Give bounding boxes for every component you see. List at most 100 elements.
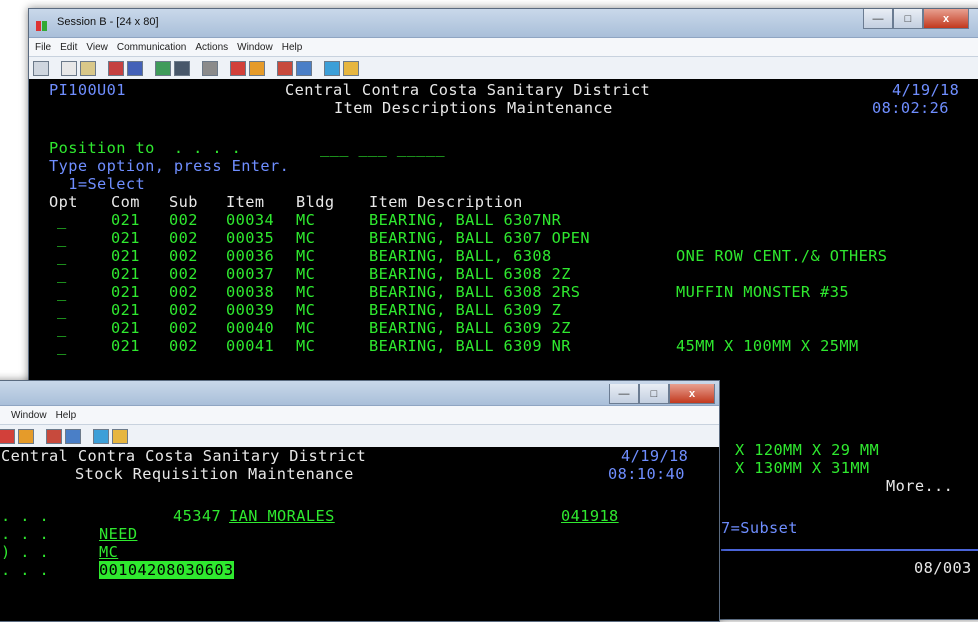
- color-palette-icon[interactable]: [93, 428, 109, 444]
- image-icon[interactable]: [202, 60, 218, 76]
- bldg-cell: MC: [296, 319, 316, 337]
- com-cell: 021: [111, 319, 140, 337]
- screen-date: 4/19/18: [621, 447, 689, 465]
- menu-window[interactable]: Window: [237, 42, 273, 53]
- com-cell: 021: [111, 265, 140, 283]
- subset-option: 7=Subset: [721, 519, 798, 537]
- stop-macro-icon[interactable]: [249, 60, 265, 76]
- display-icon[interactable]: [155, 60, 171, 76]
- opt-field[interactable]: _: [57, 283, 67, 301]
- session-icon: [36, 16, 52, 31]
- menu-view[interactable]: View: [86, 42, 108, 53]
- cursor-position: 08/003: [914, 559, 972, 577]
- item-cell: 00038: [226, 283, 275, 301]
- sub-cell: 002: [169, 283, 198, 301]
- bldg-cell: MC: [296, 229, 316, 247]
- play-macro-icon[interactable]: [46, 428, 62, 444]
- program-id: PI100U01: [49, 81, 126, 99]
- opt-field[interactable]: _: [57, 337, 67, 355]
- opt-field[interactable]: _: [57, 301, 67, 319]
- requisition-date-field[interactable]: 041918: [561, 507, 633, 525]
- description-cell: BEARING, BALL 6309 NR: [369, 337, 571, 355]
- company-name: Central Contra Costa Sanitary District: [1, 447, 367, 465]
- bldg-cell: MC: [296, 283, 316, 301]
- close-button[interactable]: x: [923, 9, 969, 29]
- description-cell: BEARING, BALL 6307 OPEN: [369, 229, 591, 247]
- menu-help[interactable]: Help: [56, 410, 77, 421]
- item-cell: 00034: [226, 211, 275, 229]
- description-cell: BEARING, BALL 6308 2RS: [369, 283, 581, 301]
- maximize-button[interactable]: □: [639, 384, 669, 404]
- sub-cell: 002: [169, 265, 198, 283]
- bldg-cell: MC: [296, 247, 316, 265]
- toolbar: [29, 57, 978, 80]
- note-cell: 45MM X 100MM X 25MM: [676, 337, 859, 355]
- maximize-button[interactable]: □: [893, 9, 923, 29]
- stock-requisition-window[interactable]: — □ x Window Help Central Contra Costa S…: [0, 380, 720, 622]
- copy-icon[interactable]: [61, 60, 77, 76]
- macro-list-icon[interactable]: [65, 428, 81, 444]
- menu-communication[interactable]: Communication: [117, 42, 186, 53]
- screen-subtitle: Item Descriptions Maintenance: [334, 99, 613, 117]
- requester-field[interactable]: IAN MORALES: [229, 507, 529, 525]
- edit-icon[interactable]: [112, 428, 128, 444]
- record-macro-icon[interactable]: [0, 428, 15, 444]
- window-title: Session B - [24 x 80]: [57, 16, 159, 28]
- opt-field[interactable]: _: [57, 229, 67, 247]
- leader-dots-1: . . .: [1, 507, 50, 525]
- description-cell: BEARING, BALL 6308 2Z: [369, 265, 571, 283]
- keyboard-icon[interactable]: [174, 60, 190, 76]
- print-screen-icon[interactable]: [33, 60, 49, 76]
- terminal-screen-b[interactable]: Central Contra Costa Sanitary District 4…: [0, 447, 719, 621]
- menu-help[interactable]: Help: [282, 42, 303, 53]
- status-divider: [721, 549, 978, 551]
- menu-bar: Window Help: [0, 406, 719, 425]
- com-cell: 021: [111, 337, 140, 355]
- record-macro-icon[interactable]: [230, 60, 246, 76]
- minimize-button[interactable]: —: [609, 384, 639, 404]
- need-field[interactable]: NEED: [99, 525, 703, 543]
- stop-macro-icon[interactable]: [18, 428, 34, 444]
- partial-note-1: X 120MM X 29 MM: [735, 441, 880, 459]
- position-to-label: Position to . . . .: [49, 139, 242, 157]
- header-item: Item: [226, 193, 265, 211]
- minimize-button[interactable]: —: [863, 9, 893, 29]
- menu-window[interactable]: Window: [11, 410, 47, 421]
- menu-edit[interactable]: Edit: [60, 42, 77, 53]
- color-palette-icon[interactable]: [324, 60, 340, 76]
- com-cell: 021: [111, 283, 140, 301]
- menu-actions[interactable]: Actions: [195, 42, 228, 53]
- menu-file[interactable]: File: [35, 42, 51, 53]
- menu-bar: File Edit View Communication Actions Win…: [29, 38, 978, 57]
- edit-icon[interactable]: [343, 60, 359, 76]
- opt-field[interactable]: _: [57, 211, 67, 229]
- screen-date: 4/19/18: [892, 81, 960, 99]
- instruction-text: Type option, press Enter.: [49, 157, 290, 175]
- close-button[interactable]: x: [669, 384, 715, 404]
- opt-field[interactable]: _: [57, 265, 67, 283]
- macro-list-icon[interactable]: [296, 60, 312, 76]
- toolbar: [0, 425, 719, 448]
- note-cell: ONE ROW CENT./& OTHERS: [676, 247, 888, 265]
- opt-field[interactable]: _: [57, 319, 67, 337]
- receive-icon[interactable]: [127, 60, 143, 76]
- paste-icon[interactable]: [80, 60, 96, 76]
- play-macro-icon[interactable]: [277, 60, 293, 76]
- opt-field[interactable]: _: [57, 247, 67, 265]
- leader-dots-4: . . .: [1, 561, 50, 579]
- bldg-cell: MC: [296, 265, 316, 283]
- title-bar[interactable]: Session B - [24 x 80] — □ x: [29, 9, 978, 38]
- account-number-field[interactable]: 00104208030603: [99, 561, 234, 579]
- com-cell: 021: [111, 211, 140, 229]
- building-field[interactable]: MC: [99, 543, 703, 561]
- item-cell: 00036: [226, 247, 275, 265]
- send-icon[interactable]: [108, 60, 124, 76]
- description-cell: BEARING, BALL 6309 2Z: [369, 319, 571, 337]
- leader-dots-3: ) . .: [1, 543, 50, 561]
- screen-time: 08:10:40: [608, 465, 685, 483]
- option-legend: 1=Select: [49, 175, 146, 193]
- leader-dots-2: . . .: [1, 525, 50, 543]
- position-to-fields[interactable]: ___ ___ _____: [320, 139, 445, 157]
- title-bar[interactable]: — □ x: [0, 381, 719, 406]
- company-name: Central Contra Costa Sanitary District: [285, 81, 651, 99]
